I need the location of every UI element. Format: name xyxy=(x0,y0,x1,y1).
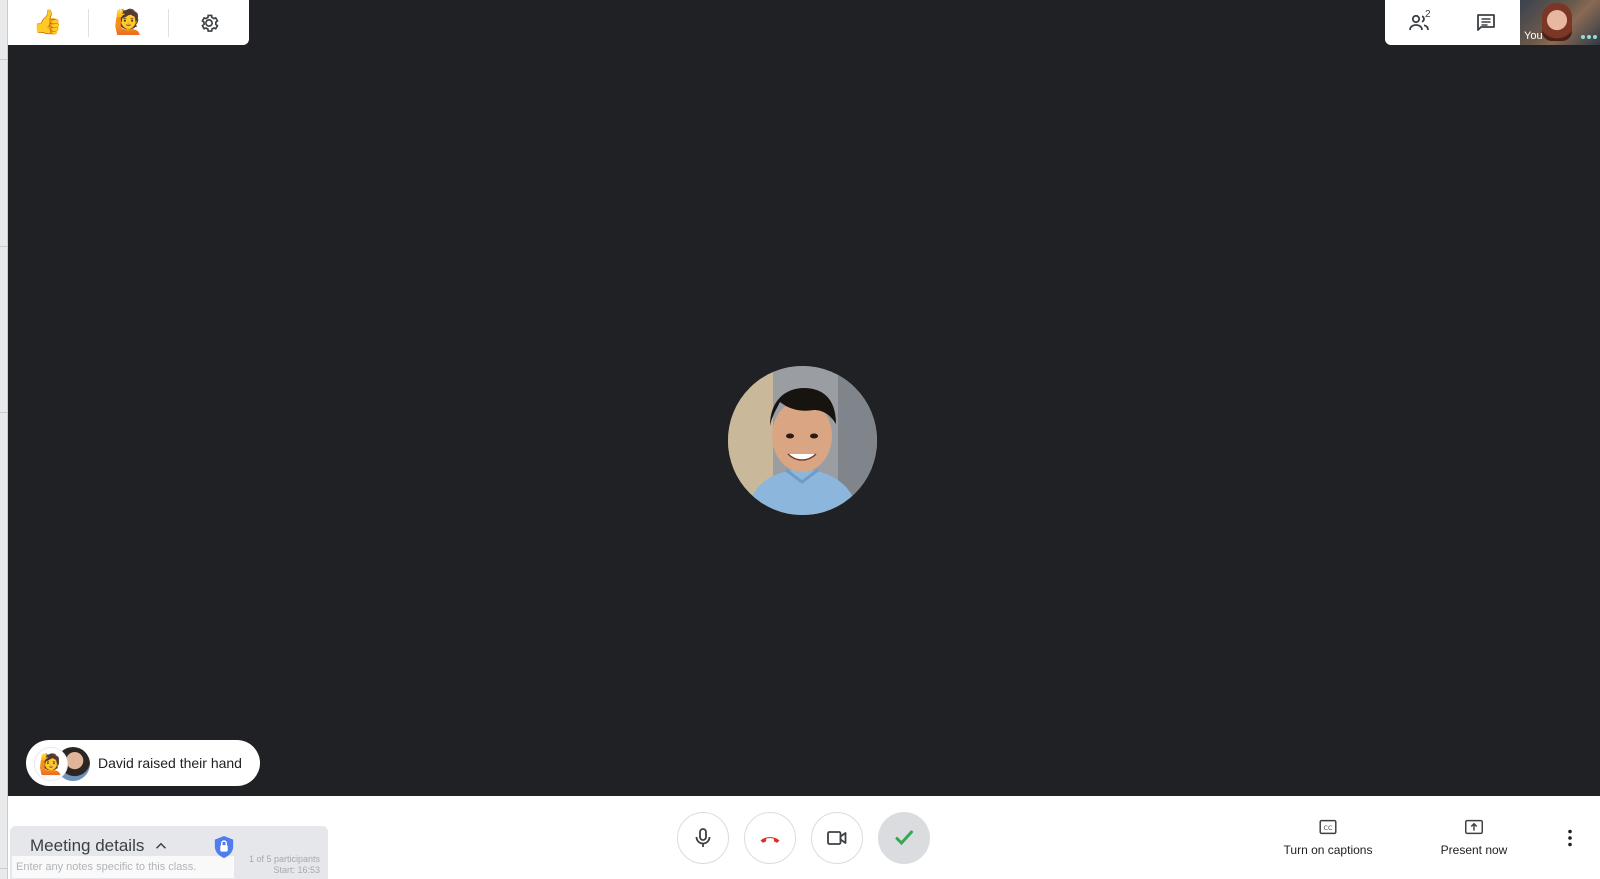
hand-raised-toast[interactable]: 🙋 David raised their hand xyxy=(26,740,260,786)
camera-button[interactable] xyxy=(811,812,863,864)
toast-avatars: 🙋 xyxy=(34,745,92,781)
meeting-details-button[interactable]: Meeting details xyxy=(30,836,170,856)
hang-up-icon xyxy=(760,837,780,843)
present-screen-icon xyxy=(1465,819,1483,835)
ghost-class-info: 1 of 5 participants Start: 16:53 xyxy=(248,854,320,875)
participant-count: 2 xyxy=(1425,9,1431,20)
raise-hand-button[interactable]: 🙋 xyxy=(89,0,169,45)
self-video-face xyxy=(1542,3,1572,41)
present-now-button[interactable]: Present now xyxy=(1414,816,1534,864)
hang-up-button[interactable] xyxy=(744,812,796,864)
reaction-toolbar: 👍 🙋 xyxy=(8,0,249,45)
closed-captions-icon: CC xyxy=(1319,819,1337,835)
svg-text:CC: CC xyxy=(1324,824,1333,832)
self-label: You xyxy=(1524,30,1543,42)
self-video-tile[interactable]: You xyxy=(1520,0,1600,45)
thumbs-up-icon: 👍 xyxy=(32,9,63,36)
top-right-panel: 2 xyxy=(1385,0,1520,45)
left-edge-strip xyxy=(0,0,8,879)
present-label: Present now xyxy=(1440,843,1508,857)
raise-hand-icon: 🙋 xyxy=(113,9,144,36)
microphone-icon xyxy=(695,828,711,847)
shield-lock-icon xyxy=(214,836,234,858)
participant-avatar xyxy=(728,366,877,515)
check-icon xyxy=(895,830,913,846)
self-tile-menu-icon[interactable] xyxy=(1581,35,1597,39)
more-vertical-icon xyxy=(1568,829,1572,847)
raise-hand-icon: 🙋 xyxy=(34,747,68,781)
captions-button[interactable]: CC Turn on captions xyxy=(1268,816,1388,864)
more-options-button[interactable] xyxy=(1558,826,1582,850)
toast-text: David raised their hand xyxy=(98,755,242,771)
meeting-details-label: Meeting details xyxy=(30,836,145,855)
meeting-details-panel: Enter any notes specific to this class. … xyxy=(10,826,328,879)
ghost-notes-field: Enter any notes specific to this class. xyxy=(12,856,234,878)
chat-button[interactable] xyxy=(1452,0,1519,45)
chat-icon xyxy=(1476,13,1495,31)
settings-button[interactable] xyxy=(169,0,249,45)
thumbs-up-button[interactable]: 👍 xyxy=(8,0,88,45)
participants-button[interactable]: 2 xyxy=(1385,0,1452,45)
confirm-button[interactable] xyxy=(878,812,930,864)
meet-window: 👍 🙋 2 You 🙋 David raised their hand Ente… xyxy=(0,0,1600,879)
gear-icon xyxy=(201,14,219,32)
microphone-button[interactable] xyxy=(677,812,729,864)
captions-label: Turn on captions xyxy=(1283,843,1373,857)
chevron-up-icon xyxy=(156,842,167,849)
camera-icon xyxy=(827,831,847,845)
